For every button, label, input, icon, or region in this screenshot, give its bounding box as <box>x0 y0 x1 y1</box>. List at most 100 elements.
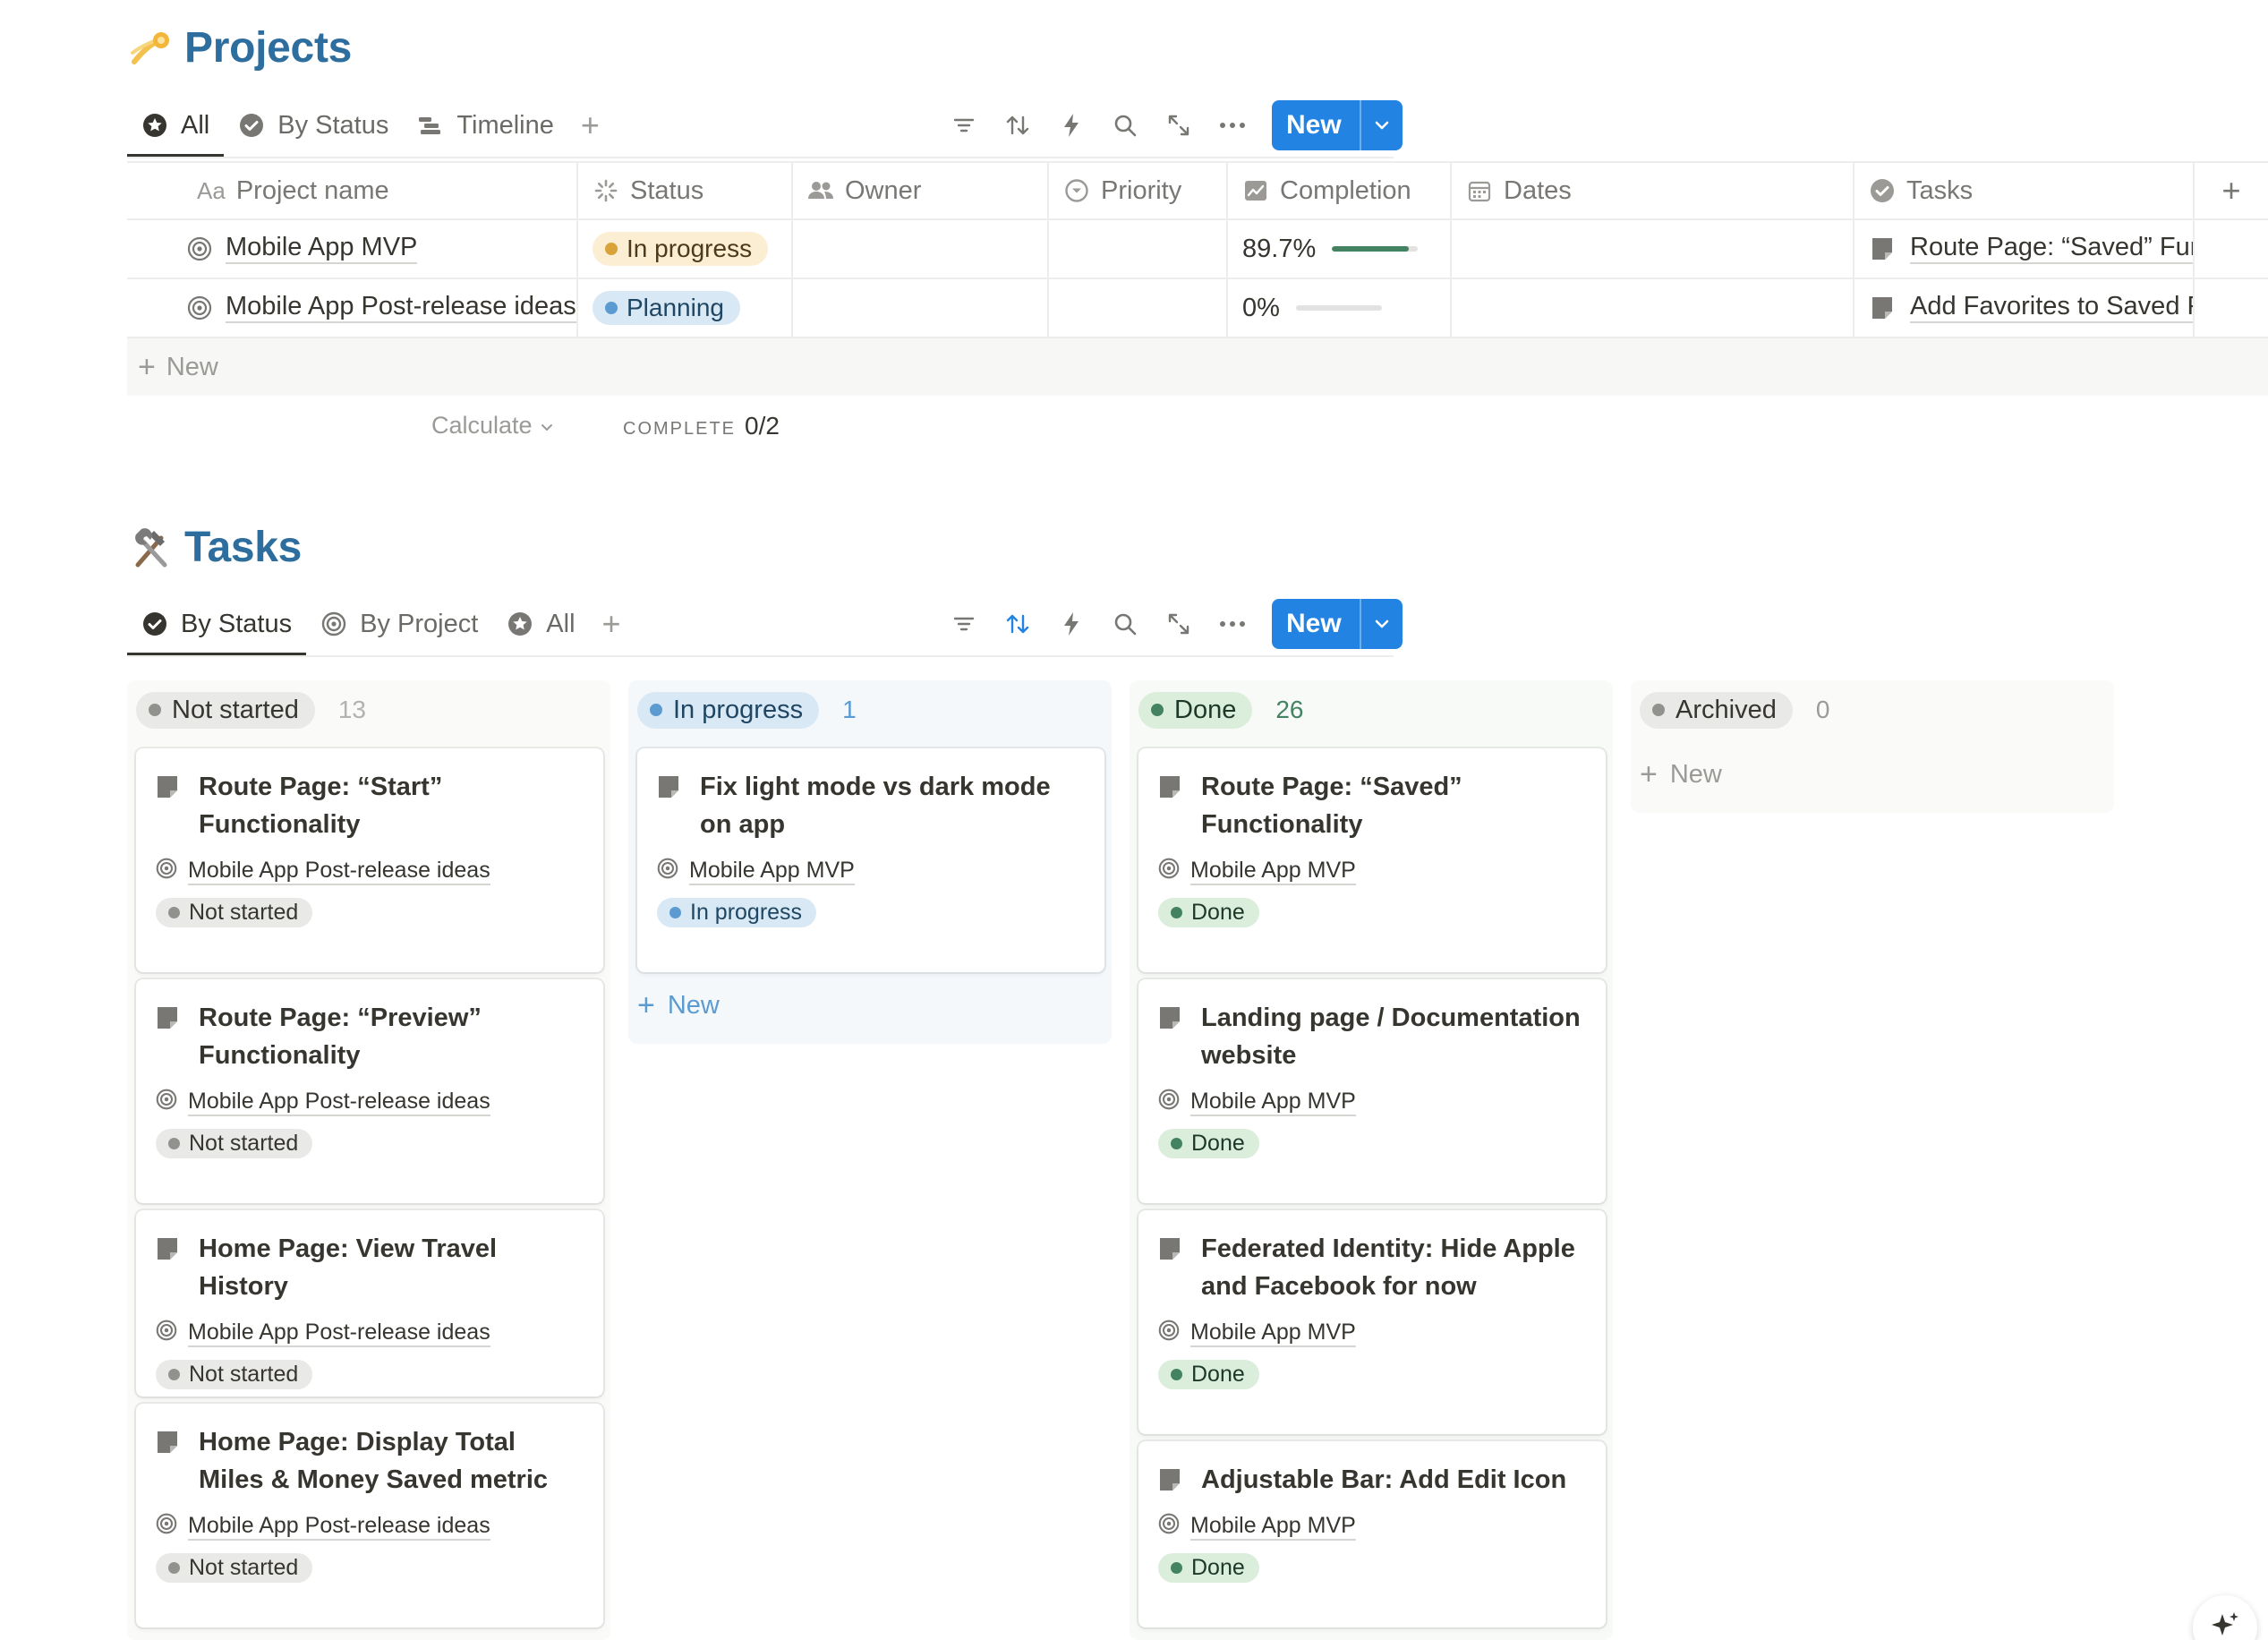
sort-icon[interactable] <box>991 599 1044 649</box>
tab-label: By Status <box>277 110 389 140</box>
select-circle-icon <box>1063 177 1090 204</box>
add-card-button[interactable]: + New <box>1640 757 1722 792</box>
priority-cell[interactable] <box>1049 220 1228 278</box>
table-row[interactable]: Mobile App Post-release ideas Planning 0… <box>127 279 2268 338</box>
search-icon[interactable] <box>1098 599 1152 649</box>
new-task-button[interactable]: New <box>1272 599 1403 649</box>
tasks-cell[interactable]: Add Favorites to Saved Page <box>1854 279 2195 337</box>
column-owner[interactable]: Owner <box>793 163 1049 218</box>
dates-cell[interactable] <box>1452 279 1854 337</box>
chevron-down-icon[interactable] <box>1359 599 1403 649</box>
column-header[interactable]: Not started 13 <box>127 680 610 739</box>
task-card[interactable]: Landing page / Documentation website Mob… <box>1138 979 1606 1203</box>
card-title: Adjustable Bar: Add Edit Icon <box>1201 1465 1567 1494</box>
add-row-button[interactable]: + New <box>127 338 2268 396</box>
task-page-icon <box>657 768 684 806</box>
comet-icon <box>127 24 175 73</box>
chevron-down-icon[interactable] <box>1359 100 1403 150</box>
project-name[interactable]: Mobile App MVP <box>226 233 418 264</box>
sort-icon[interactable] <box>991 100 1044 150</box>
task-card[interactable]: Federated Identity: Hide Apple and Faceb… <box>1138 1210 1606 1434</box>
lightning-icon[interactable] <box>1044 599 1098 649</box>
card-project-link[interactable]: Mobile App Post-release ideas <box>188 858 490 885</box>
card-title: Home Page: View Travel History <box>199 1234 498 1301</box>
column-completion[interactable]: Completion <box>1228 163 1452 218</box>
column-header[interactable]: Done 26 <box>1130 680 1613 739</box>
column-header[interactable]: In progress 1 <box>628 680 1112 739</box>
status-cell[interactable]: Planning <box>578 279 793 337</box>
dates-cell[interactable] <box>1452 220 1854 278</box>
task-page-icon <box>1869 295 1896 321</box>
tab-by-status[interactable]: By Status <box>224 95 403 156</box>
card-project-link[interactable]: Mobile App Post-release ideas <box>188 1320 490 1347</box>
add-view-button[interactable]: + <box>590 594 634 654</box>
tab-by-project[interactable]: By Project <box>306 594 492 654</box>
expand-icon[interactable] <box>1152 599 1206 649</box>
column-priority[interactable]: Priority <box>1049 163 1228 218</box>
column-dates[interactable]: Dates <box>1452 163 1854 218</box>
task-card[interactable]: Home Page: Display Total Miles & Money S… <box>136 1404 603 1627</box>
add-card-button[interactable]: + New <box>637 988 720 1023</box>
task-card[interactable]: Fix light mode vs dark mode on app Mobil… <box>637 748 1104 972</box>
tab-all[interactable]: All <box>492 594 589 654</box>
owner-cell[interactable] <box>793 220 1049 278</box>
new-project-button[interactable]: New <box>1272 100 1403 150</box>
filter-icon[interactable] <box>937 100 991 150</box>
task-card[interactable]: Home Page: View Travel History Mobile Ap… <box>136 1210 603 1397</box>
card-project-link[interactable]: Mobile App MVP <box>1190 1320 1356 1347</box>
tab-by-status[interactable]: By Status <box>127 594 307 656</box>
board-column-done: Done 26 Route Page: “Saved” Functionalit… <box>1130 680 1613 1640</box>
status-badge: Not started <box>156 1552 313 1583</box>
filter-icon[interactable] <box>937 599 991 649</box>
completion-bar <box>1295 305 1382 311</box>
owner-cell[interactable] <box>793 279 1049 337</box>
project-name-cell[interactable]: Mobile App Post-release ideas <box>127 279 578 337</box>
add-view-button[interactable]: + <box>568 95 612 156</box>
task-card[interactable]: Route Page: “Saved” Functionality Mobile… <box>1138 748 1606 972</box>
expand-icon[interactable] <box>1152 100 1206 150</box>
task-page-icon <box>1158 768 1185 806</box>
calculate-button[interactable]: Calculate <box>431 412 554 440</box>
card-project-link[interactable]: Mobile App MVP <box>1190 1089 1356 1116</box>
column-project-name[interactable]: Aa Project name <box>127 163 578 218</box>
more-icon[interactable] <box>1206 100 1259 150</box>
card-project-link[interactable]: Mobile App MVP <box>1190 1513 1356 1541</box>
group-count: 0 <box>1815 696 1830 723</box>
task-card[interactable]: Route Page: “Start” Functionality Mobile… <box>136 748 603 972</box>
lightning-icon[interactable] <box>1044 100 1098 150</box>
tasks-toolbar: New <box>937 594 1403 654</box>
card-project-link[interactable]: Mobile App MVP <box>1190 858 1356 885</box>
group-badge: Archived <box>1640 691 1793 729</box>
task-card[interactable]: Adjustable Bar: Add Edit Icon Mobile App… <box>1138 1441 1606 1627</box>
tab-label: By Project <box>360 609 479 638</box>
task-card[interactable]: Route Page: “Preview” Functionality Mobi… <box>136 979 603 1203</box>
search-icon[interactable] <box>1098 100 1152 150</box>
calculate-label: Calculate <box>431 412 533 439</box>
tasks-cell[interactable]: Route Page: “Saved” Functionality <box>1854 220 2195 278</box>
status-badge: Done <box>1158 1128 1259 1158</box>
row-spacer <box>2195 279 2268 337</box>
tab-timeline[interactable]: Timeline <box>403 95 568 156</box>
add-column-button[interactable]: + <box>2195 163 2268 218</box>
text-type-icon: Aa <box>197 176 226 204</box>
project-name[interactable]: Mobile App Post-release ideas <box>226 292 576 323</box>
card-project-link[interactable]: Mobile App Post-release ideas <box>188 1513 490 1541</box>
task-link[interactable]: Add Favorites to Saved Page <box>1910 292 2193 323</box>
more-icon[interactable] <box>1206 599 1259 649</box>
status-cell[interactable]: In progress <box>578 220 793 278</box>
target-icon <box>1158 858 1180 885</box>
tab-label: All <box>546 609 576 638</box>
table-row[interactable]: Mobile App MVP In progress 89.7% Route P… <box>127 220 2268 279</box>
project-name-cell[interactable]: Mobile App MVP <box>127 220 578 278</box>
column-status[interactable]: Status <box>578 163 793 218</box>
status-spinner-icon <box>593 177 619 204</box>
group-badge: In progress <box>637 691 820 729</box>
tab-all[interactable]: All <box>127 95 225 158</box>
complete-summary[interactable]: COMPLETE 0/2 <box>623 412 780 440</box>
column-header[interactable]: Archived 0 <box>1631 680 2114 739</box>
priority-cell[interactable] <box>1049 279 1228 337</box>
card-project-link[interactable]: Mobile App MVP <box>689 858 855 885</box>
column-tasks[interactable]: Tasks <box>1854 163 2195 218</box>
card-project-link[interactable]: Mobile App Post-release ideas <box>188 1089 490 1116</box>
task-link[interactable]: Route Page: “Saved” Functionality <box>1910 233 2193 264</box>
